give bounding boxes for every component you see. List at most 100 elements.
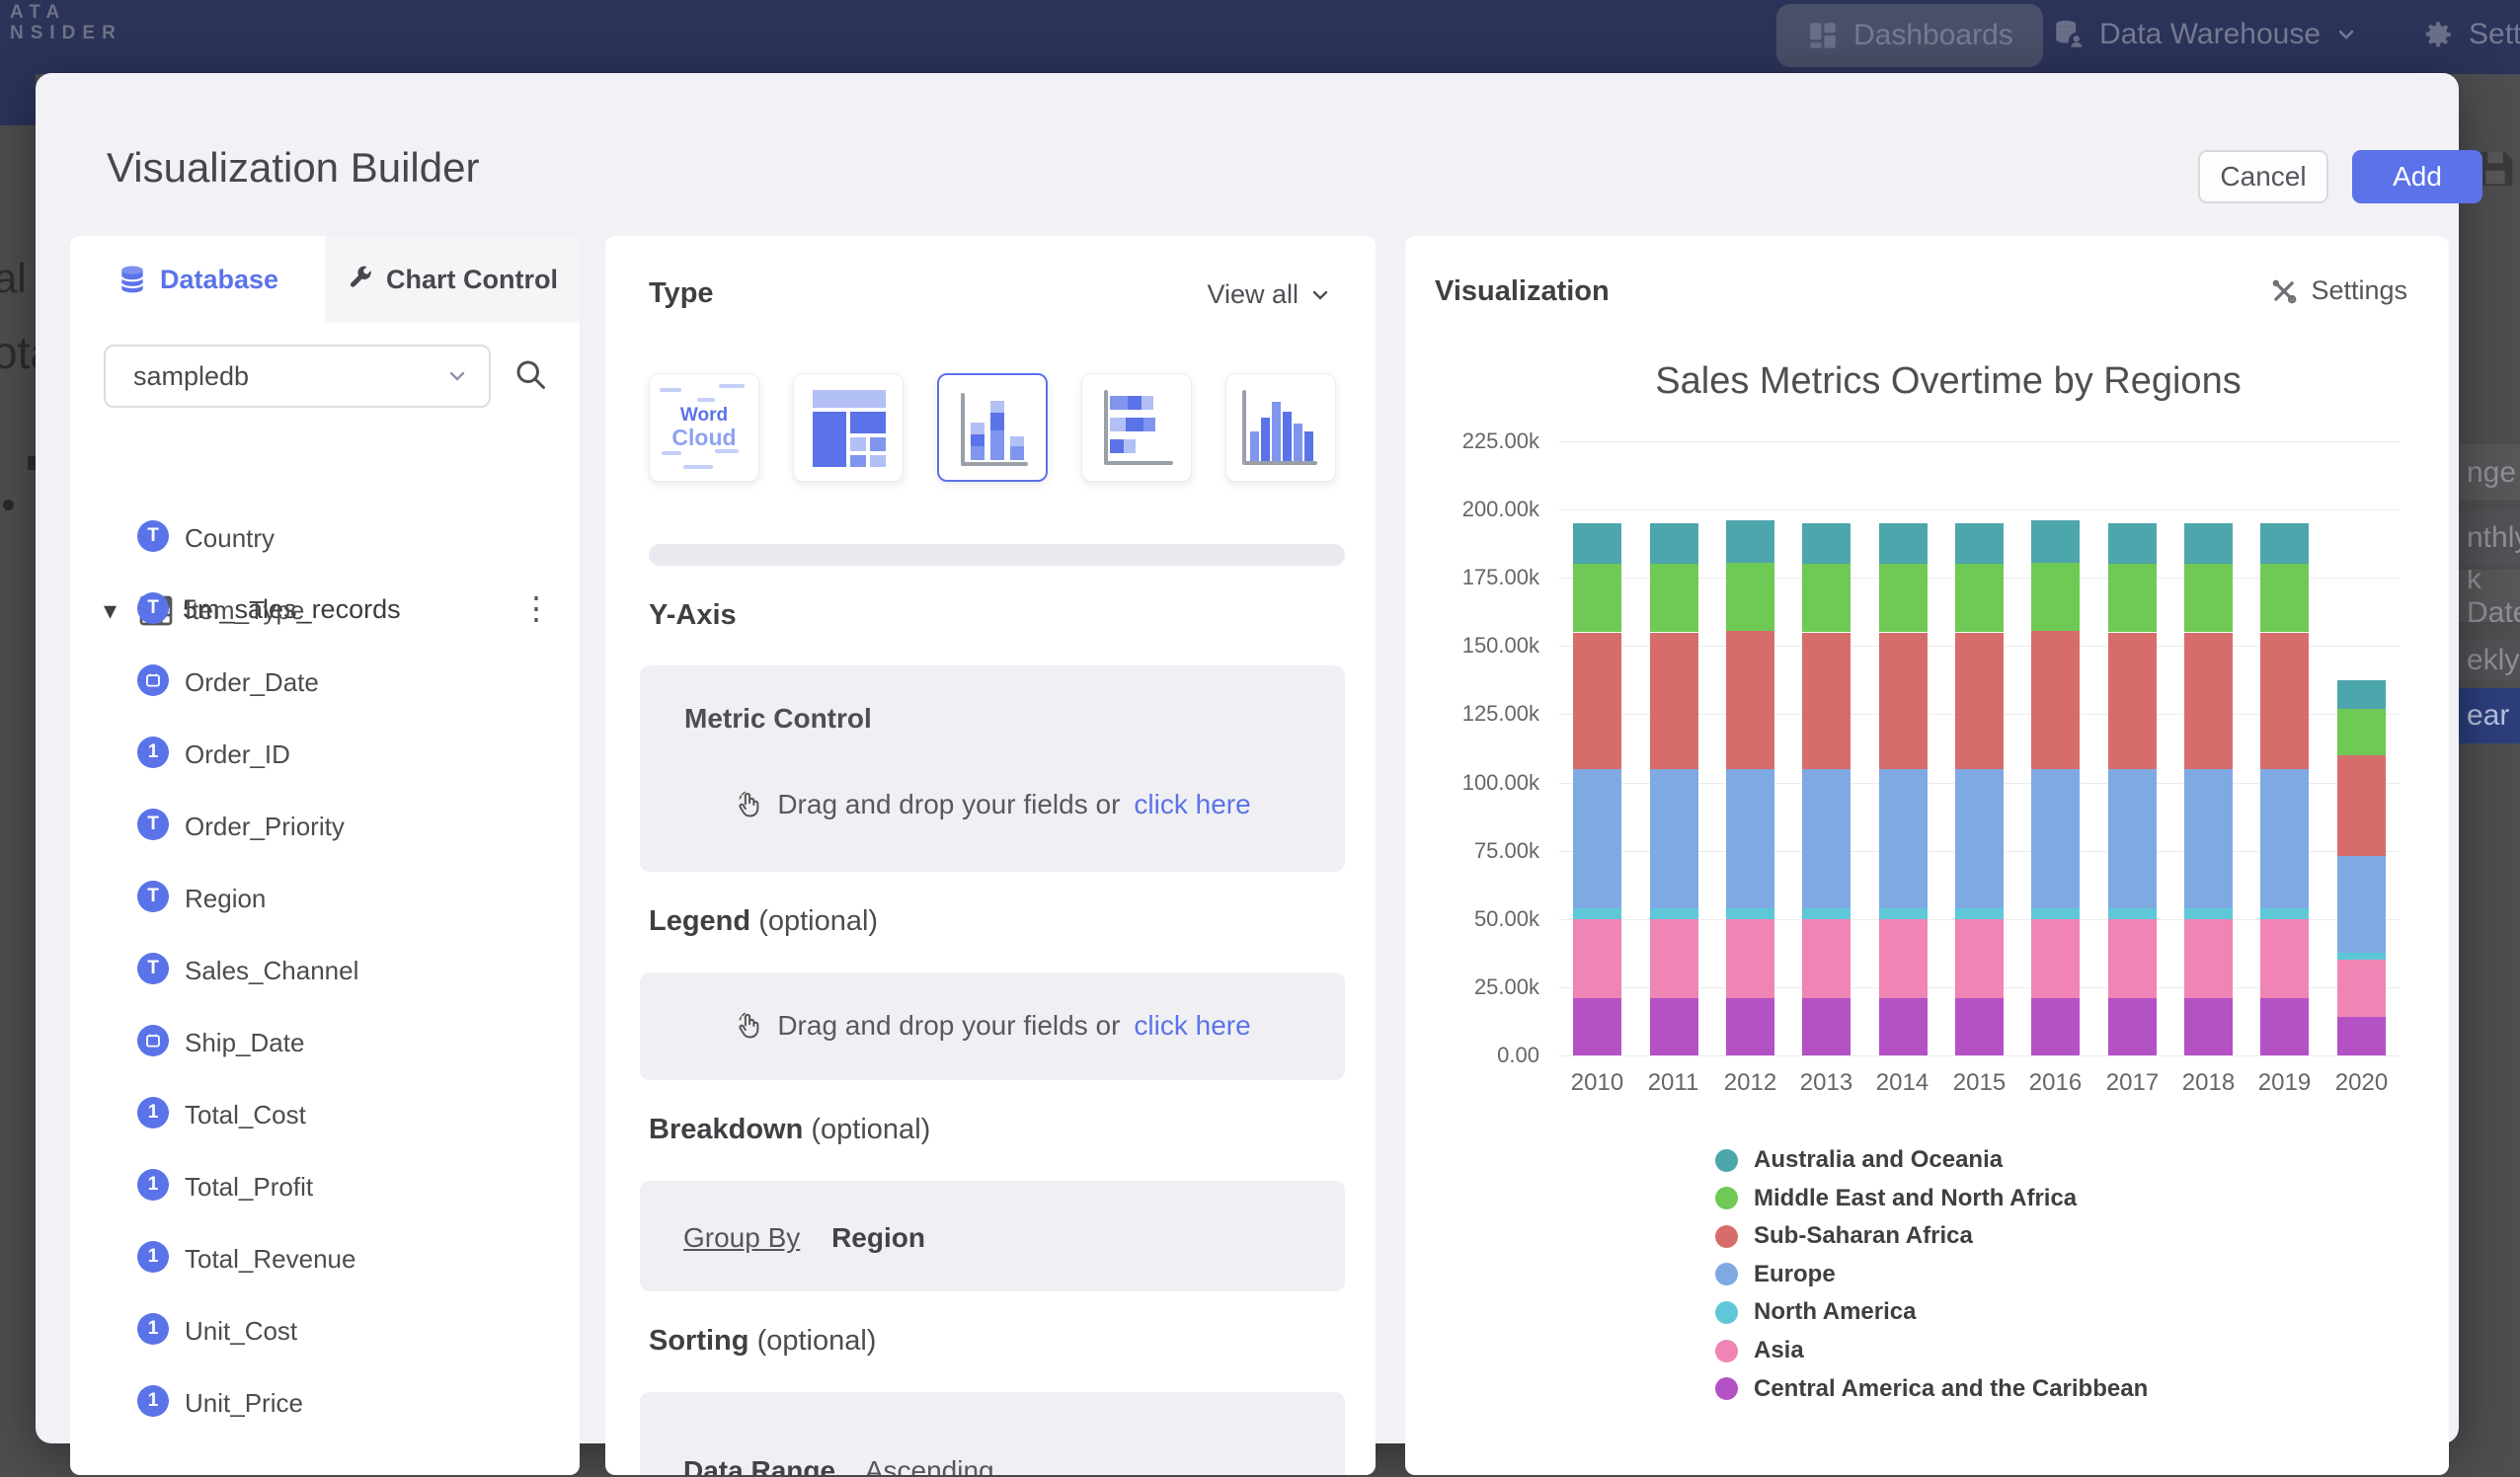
bar-segment[interactable] (1650, 564, 1698, 632)
bar-segment[interactable] (1879, 919, 1928, 998)
bar-segment[interactable] (1955, 523, 2004, 564)
field-row-total_profit[interactable]: 1Total_Profit (70, 1165, 580, 1210)
bar-segment[interactable] (1650, 919, 1698, 998)
bar-segment[interactable] (1650, 523, 1698, 564)
bar-segment[interactable] (1955, 919, 2004, 998)
legend-item[interactable]: Middle East and North Africa (1715, 1185, 2077, 1212)
bar-segment[interactable] (1726, 631, 1774, 769)
bar-segment[interactable] (2031, 520, 2080, 563)
bar-segment[interactable] (1726, 908, 1774, 919)
field-row-sales_channel[interactable]: TSales_Channel (70, 949, 580, 994)
field-row-unit_price[interactable]: 1Unit_Price (70, 1381, 580, 1427)
bar-segment[interactable] (2260, 633, 2309, 769)
bar-segment[interactable] (1726, 520, 1774, 563)
nav-item-settings[interactable]: Settings (2421, 18, 2520, 51)
chart-type-card-stacked-bar[interactable] (1081, 373, 1192, 482)
bar-segment[interactable] (1650, 769, 1698, 908)
bar-segment[interactable] (1726, 998, 1774, 1055)
bar-segment[interactable] (2184, 633, 2233, 769)
bar-segment[interactable] (1573, 908, 1621, 919)
field-row-total_revenue[interactable]: 1Total_Revenue (70, 1237, 580, 1283)
bar-segment[interactable] (2337, 960, 2386, 1017)
bar-segment[interactable] (2031, 908, 2080, 919)
bar-segment[interactable] (2108, 523, 2157, 564)
bar-segment[interactable] (1879, 564, 1928, 632)
legend-item[interactable]: Europe (1715, 1261, 1836, 1288)
bar-segment[interactable] (2031, 998, 2080, 1055)
chart-type-card-treemap[interactable] (793, 373, 904, 482)
bar-segment[interactable] (2260, 908, 2309, 919)
bar-segment[interactable] (1650, 908, 1698, 919)
bar-segment[interactable] (2184, 908, 2233, 919)
bar-segment[interactable] (1879, 633, 1928, 769)
add-button[interactable]: Add (2352, 150, 2482, 203)
field-row-order_id[interactable]: 1Order_ID (70, 733, 580, 778)
bar-segment[interactable] (1573, 919, 1621, 998)
bar-segment[interactable] (2184, 769, 2233, 908)
cancel-button[interactable]: Cancel (2198, 150, 2328, 203)
bar-segment[interactable] (2337, 755, 2386, 856)
chart-type-card-word-cloud[interactable]: WordCloud (649, 373, 759, 482)
bar-segment[interactable] (1955, 564, 2004, 632)
settings-button[interactable]: Settings (2269, 275, 2407, 306)
tab-chart-control[interactable]: Chart Control (325, 236, 580, 323)
bar-segment[interactable] (1726, 919, 1774, 998)
bar-segment[interactable] (2184, 564, 2233, 632)
chart-type-card-column[interactable] (1225, 373, 1336, 482)
bar-segment[interactable] (2108, 908, 2157, 919)
bar-segment[interactable] (1955, 998, 2004, 1055)
legend-item[interactable]: Sub-Saharan Africa (1715, 1222, 1973, 1250)
bar-segment[interactable] (2337, 856, 2386, 953)
bar-segment[interactable] (1955, 908, 2004, 919)
bar-segment[interactable] (1802, 523, 1851, 564)
bar-segment[interactable] (2184, 998, 2233, 1055)
bar-segment[interactable] (2337, 680, 2386, 709)
bar-segment[interactable] (2108, 769, 2157, 908)
bar-segment[interactable] (2108, 633, 2157, 769)
legend-dropzone[interactable]: Drag and drop your fields or click here (640, 972, 1345, 1080)
bar-segment[interactable] (2260, 769, 2309, 908)
bar-segment[interactable] (2031, 563, 2080, 631)
nav-item-dashboards[interactable]: Dashboards (1776, 4, 2043, 67)
horizontal-scrollbar[interactable] (649, 544, 1345, 566)
metric-control-dropzone[interactable]: Metric Control Drag and drop your fields… (640, 665, 1345, 872)
field-row-ship_date[interactable]: Ship_Date (70, 1021, 580, 1066)
bar-segment[interactable] (1573, 633, 1621, 769)
bar-segment[interactable] (1650, 998, 1698, 1055)
bar-segment[interactable] (2031, 919, 2080, 998)
breakdown-zone[interactable]: Group By Region (640, 1181, 1345, 1291)
bar-segment[interactable] (2337, 953, 2386, 960)
search-icon[interactable] (512, 356, 548, 392)
bar-segment[interactable] (1879, 523, 1928, 564)
bar-segment[interactable] (2337, 709, 2386, 755)
field-row-unit_cost[interactable]: 1Unit_Cost (70, 1309, 580, 1355)
field-row-total_cost[interactable]: 1Total_Cost (70, 1093, 580, 1138)
bar-segment[interactable] (1573, 564, 1621, 632)
bar-segment[interactable] (1573, 998, 1621, 1055)
field-row-country[interactable]: TCountry (70, 516, 580, 562)
click-here-link[interactable]: click here (1134, 789, 1250, 820)
group-by-link[interactable]: Group By (683, 1222, 800, 1253)
bar-segment[interactable] (1802, 919, 1851, 998)
bar-segment[interactable] (2031, 631, 2080, 769)
bar-segment[interactable] (1802, 998, 1851, 1055)
bar-segment[interactable] (1879, 998, 1928, 1055)
bar-segment[interactable] (1802, 633, 1851, 769)
field-row-region[interactable]: TRegion (70, 877, 580, 922)
bar-segment[interactable] (1879, 908, 1928, 919)
chart-type-card-stacked-column[interactable] (937, 373, 1048, 482)
sorting-zone[interactable]: Data Range Ascending (640, 1392, 1345, 1475)
view-all-button[interactable]: View all (1207, 279, 1332, 310)
bar-segment[interactable] (2260, 919, 2309, 998)
bar-segment[interactable] (1726, 769, 1774, 908)
bar-segment[interactable] (2260, 998, 2309, 1055)
click-here-link[interactable]: click here (1134, 1010, 1250, 1042)
bar-segment[interactable] (1573, 523, 1621, 564)
bar-segment[interactable] (2184, 919, 2233, 998)
legend-item[interactable]: Asia (1715, 1337, 1804, 1364)
bar-segment[interactable] (2108, 564, 2157, 632)
bar-segment[interactable] (2031, 769, 2080, 908)
legend-item[interactable]: North America (1715, 1298, 1916, 1326)
field-row-order_date[interactable]: Order_Date (70, 661, 580, 706)
legend-item[interactable]: Australia and Oceania (1715, 1146, 2003, 1174)
